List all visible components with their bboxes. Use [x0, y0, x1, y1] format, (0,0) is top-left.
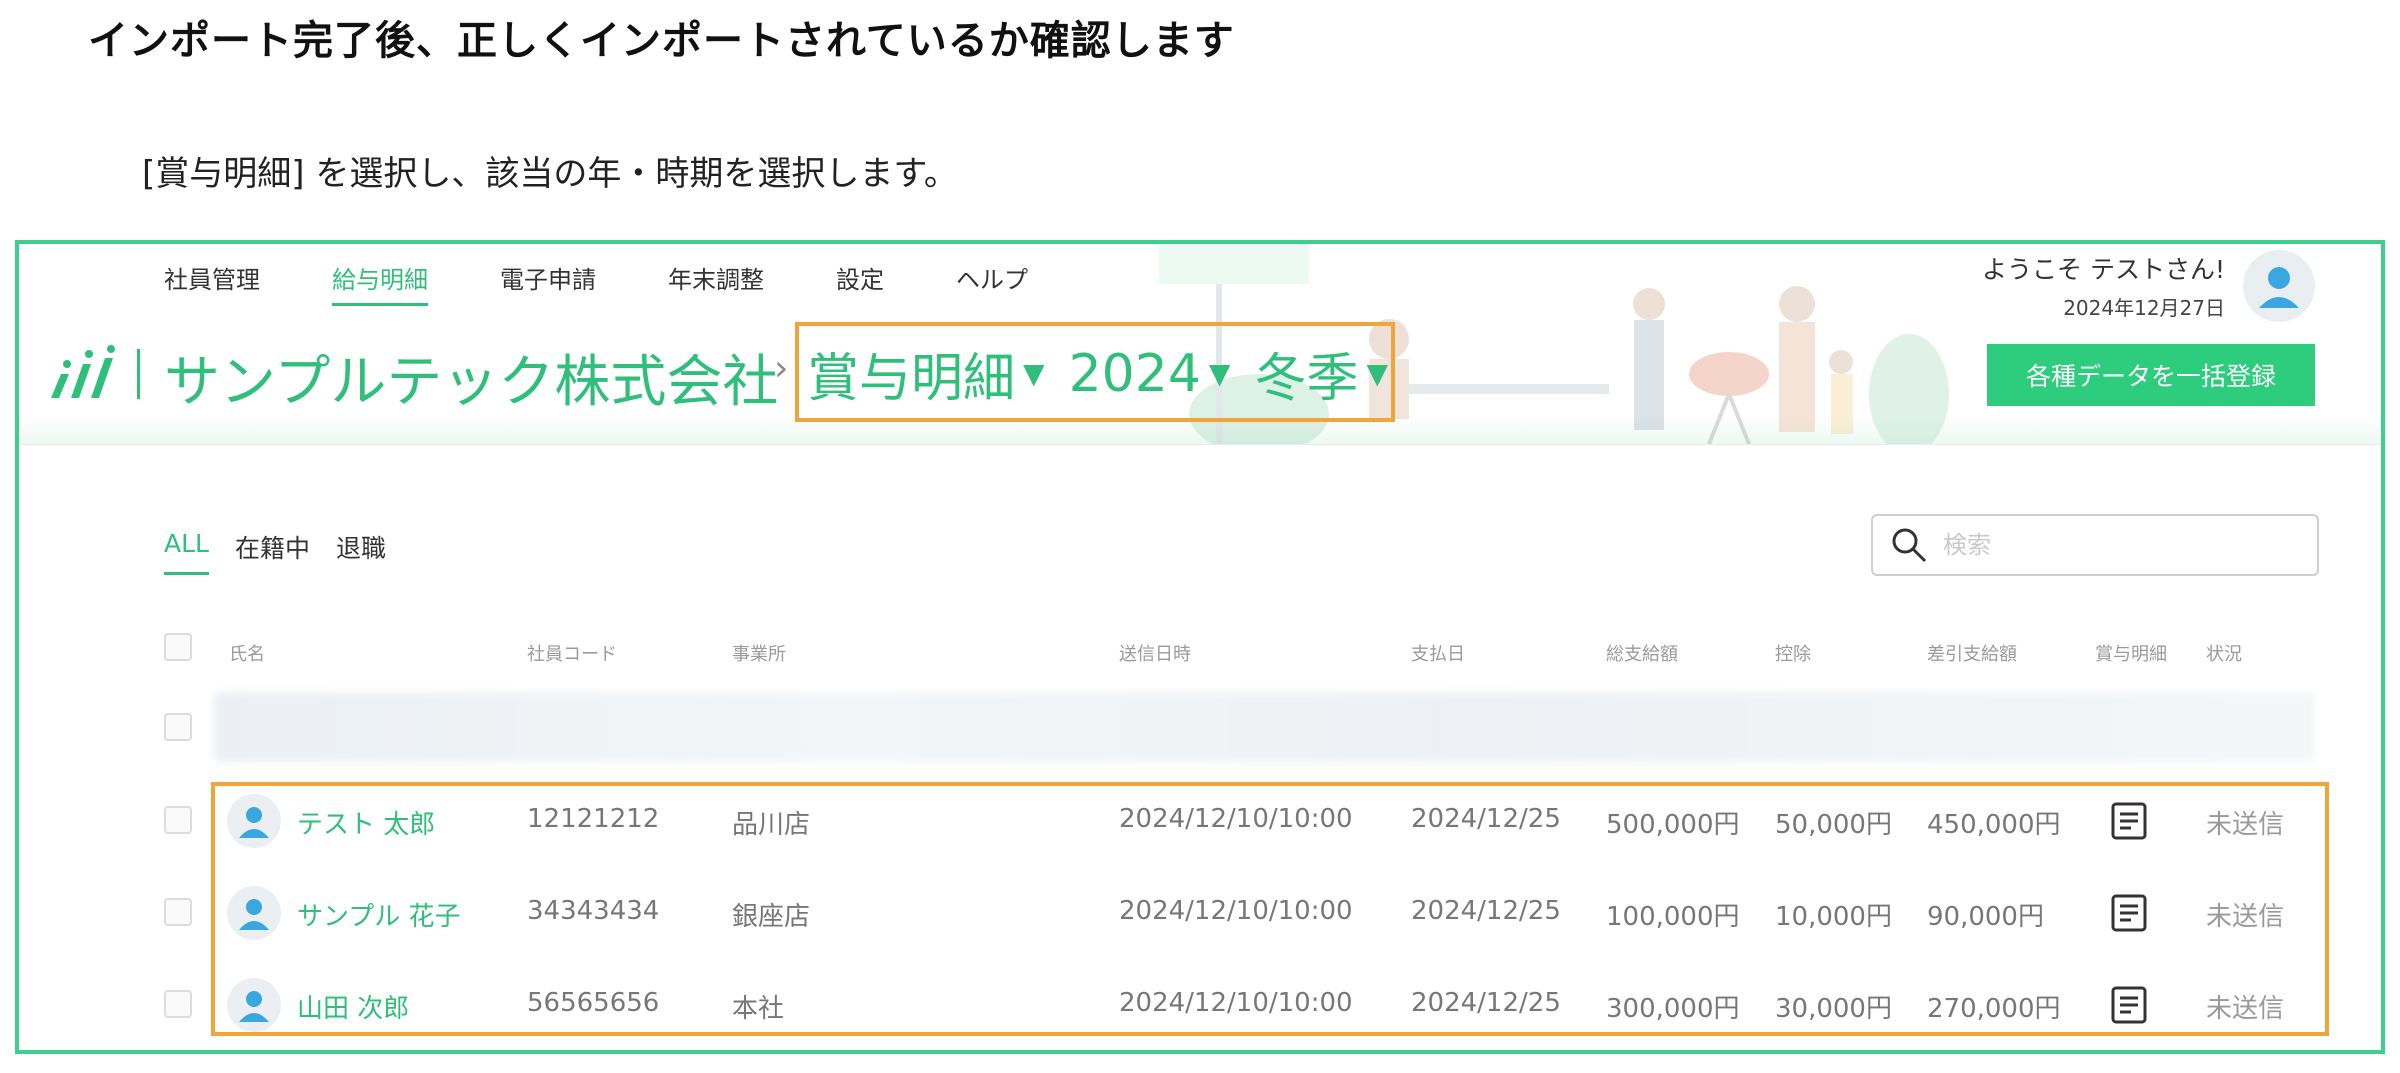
column-header-name: 氏名 [229, 644, 265, 665]
net-amount: 450,000円 [1927, 810, 2061, 840]
tab-active[interactable]: 在籍中 [235, 529, 310, 575]
year-dropdown[interactable]: 2024 [1069, 344, 1201, 404]
search-input[interactable] [1941, 530, 2285, 560]
tab-all[interactable]: ALL [164, 529, 209, 575]
employee-code: 56565656 [527, 988, 660, 1018]
period-selector: 賞与明細 ▼ 2024 ▼ 冬季 ▼ [807, 336, 1388, 411]
employee-code: 34343434 [527, 896, 660, 926]
deduction-amount: 50,000円 [1775, 810, 1892, 840]
row-checkbox[interactable] [164, 806, 192, 834]
office: 本社 [732, 994, 785, 1024]
status-badge: 未送信 [2206, 810, 2285, 840]
employee-name-link[interactable]: テスト 太郎 [297, 804, 435, 841]
document-icon[interactable] [2111, 802, 2147, 840]
column-header-office: 事業所 [732, 644, 786, 665]
employee-name-link[interactable]: サンプル 花子 [297, 896, 461, 933]
chevron-down-icon[interactable]: ▼ [1209, 357, 1231, 390]
pay-date: 2024/12/25 [1411, 896, 1561, 926]
main-nav: 社員管理 給与明細 電子申請 年末調整 設定 ヘルプ [164, 260, 1100, 306]
doc-instruction: [賞与明細] を選択し、該当の年・時期を選択します。 [142, 154, 958, 194]
employee-avatar-icon [227, 978, 281, 1032]
nav-settings[interactable]: 設定 [836, 260, 884, 306]
sent-date: 2024/12/10/10:00 [1119, 804, 1353, 834]
deduction-amount: 30,000円 [1775, 994, 1892, 1024]
sent-date: 2024/12/10/10:00 [1119, 896, 1353, 926]
gross-amount: 100,000円 [1606, 902, 1740, 932]
column-header-status: 状況 [2206, 644, 2242, 665]
office: 品川店 [732, 810, 811, 840]
gross-amount: 300,000円 [1606, 994, 1740, 1024]
nav-employee-management[interactable]: 社員管理 [164, 260, 260, 306]
table-row[interactable]: 山田 次郎 56565656 本社 2024/12/10/10:00 2024/… [19, 958, 2381, 1050]
doc-heading: インポート完了後、正しくインポートされているか確認します [88, 18, 1235, 64]
deduction-amount: 10,000円 [1775, 902, 1892, 932]
employee-name-link[interactable]: 山田 次郎 [297, 988, 409, 1025]
row-checkbox[interactable] [164, 990, 192, 1018]
season-dropdown[interactable]: 冬季 [1254, 336, 1358, 411]
nav-help[interactable]: ヘルプ [956, 260, 1028, 306]
document-icon[interactable] [2111, 986, 2147, 1024]
status-badge: 未送信 [2206, 902, 2285, 932]
select-all-checkbox[interactable] [164, 633, 192, 661]
doc-type-dropdown[interactable]: 賞与明細 [807, 336, 1015, 411]
column-header-sent-date: 送信日時 [1119, 644, 1191, 665]
gross-amount: 500,000円 [1606, 810, 1740, 840]
row-checkbox[interactable] [164, 713, 192, 741]
column-header-gross: 総支給額 [1606, 644, 1678, 665]
header: 社員管理 給与明細 電子申請 年末調整 設定 ヘルプ ようこそ テストさん! 2… [19, 244, 2381, 445]
employee-code: 12121212 [527, 804, 660, 834]
column-header-net: 差引支給額 [1927, 644, 2017, 665]
net-amount: 90,000円 [1927, 902, 2044, 932]
office: 銀座店 [732, 902, 811, 932]
bulk-register-button[interactable]: 各種データを一括登録 [1987, 344, 2315, 406]
filter-tabs: ALL 在籍中 退職 [164, 529, 412, 575]
blurred-row [214, 692, 2314, 762]
app-screenshot-frame: 社員管理 給与明細 電子申請 年末調整 設定 ヘルプ ようこそ テストさん! 2… [15, 240, 2385, 1054]
welcome: ようこそ テストさん! 2024年12月27日 [1982, 250, 2225, 321]
search-icon [1892, 528, 1927, 563]
company-logo-icon [51, 345, 115, 398]
net-amount: 270,000円 [1927, 994, 2061, 1024]
nav-payslip[interactable]: 給与明細 [332, 260, 428, 306]
status-badge: 未送信 [2206, 994, 2285, 1024]
pay-date: 2024/12/25 [1411, 988, 1561, 1018]
logo-divider [137, 349, 140, 399]
chevron-down-icon[interactable]: ▼ [1023, 357, 1045, 390]
nav-e-application[interactable]: 電子申請 [500, 260, 596, 306]
column-header-employee-code: 社員コード [527, 644, 617, 665]
column-header-pay-date: 支払日 [1411, 644, 1465, 665]
document-icon[interactable] [2111, 894, 2147, 932]
employee-avatar-icon [227, 886, 281, 940]
column-header-deduction: 控除 [1775, 644, 1811, 665]
row-checkbox[interactable] [164, 898, 192, 926]
tab-retired[interactable]: 退職 [336, 529, 386, 575]
table-row[interactable]: テスト 太郎 12121212 品川店 2024/12/10/10:00 202… [19, 774, 2381, 866]
company-name: サンプルテック株式会社 [164, 350, 779, 415]
nav-year-end-adjustment[interactable]: 年末調整 [668, 260, 764, 306]
column-header-bonus-slip: 賞与明細 [2095, 644, 2167, 665]
search-box[interactable] [1871, 514, 2319, 576]
welcome-message: ようこそ テストさん! [1982, 255, 2225, 284]
breadcrumb-separator: › [774, 348, 789, 389]
sent-date: 2024/12/10/10:00 [1119, 988, 1353, 1018]
chevron-down-icon[interactable]: ▼ [1366, 357, 1388, 390]
user-avatar-icon[interactable] [2243, 250, 2315, 322]
current-date: 2024年12月27日 [2063, 296, 2225, 320]
table-row[interactable]: サンプル 花子 34343434 銀座店 2024/12/10/10:00 20… [19, 866, 2381, 958]
employee-avatar-icon [227, 794, 281, 848]
pay-date: 2024/12/25 [1411, 804, 1561, 834]
